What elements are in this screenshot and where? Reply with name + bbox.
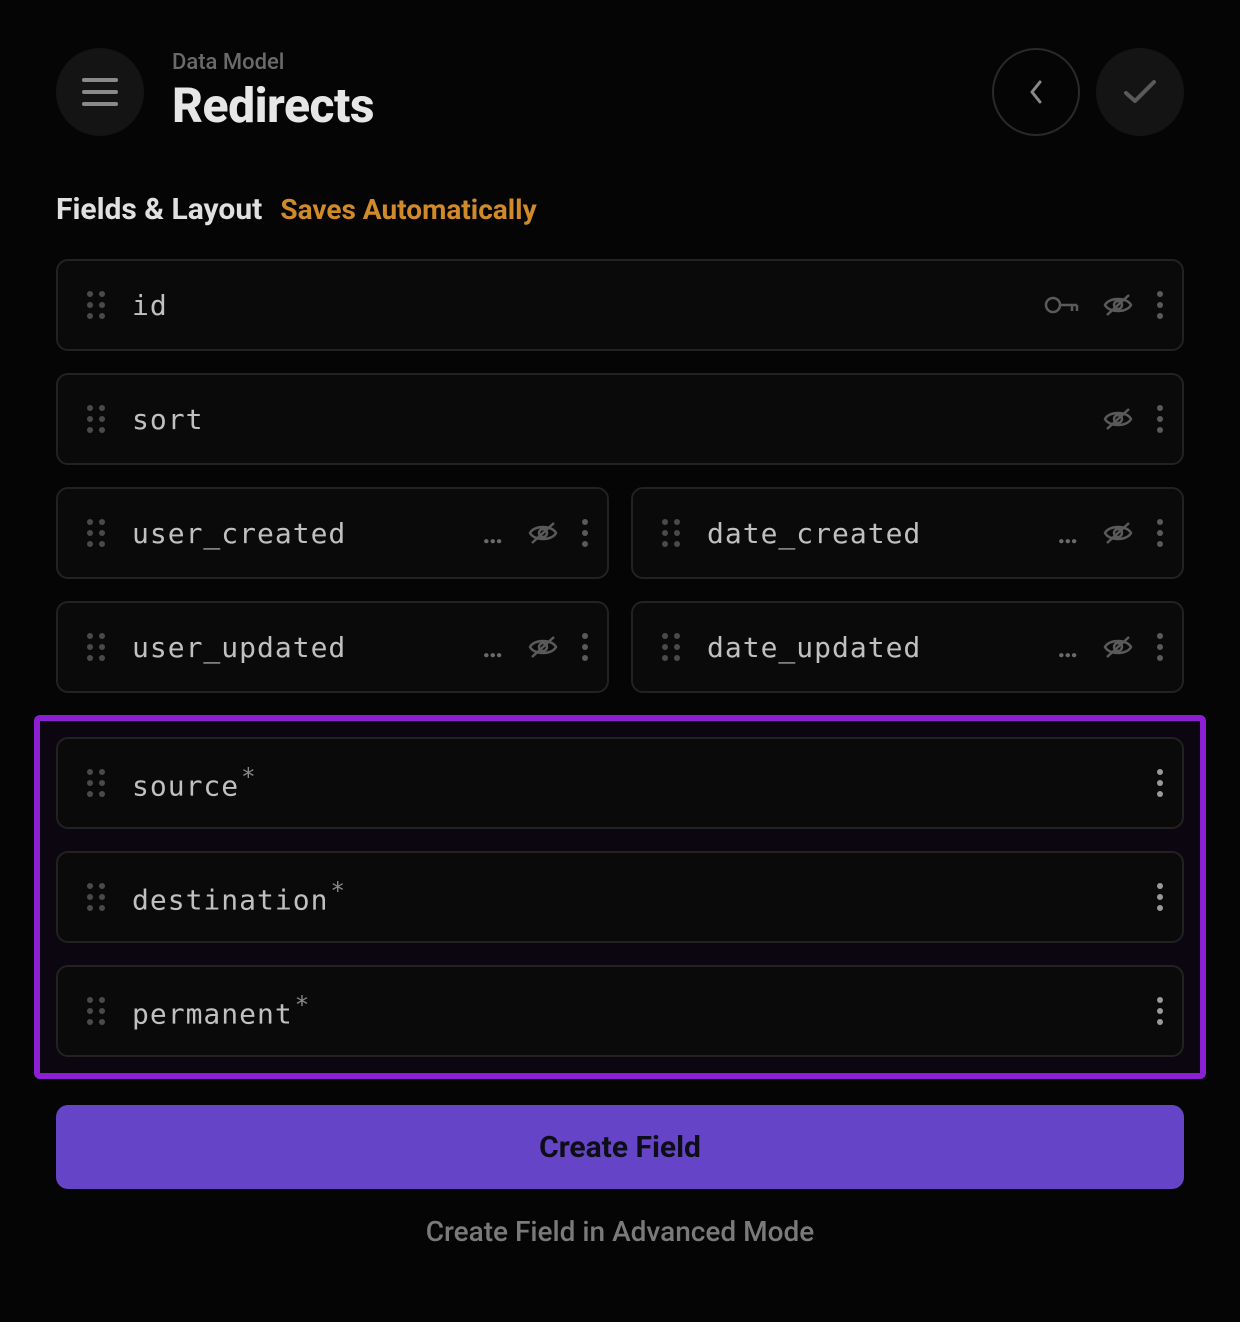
- more-vert-icon[interactable]: [1156, 882, 1164, 912]
- eye-off-icon[interactable]: [1102, 634, 1134, 660]
- more-vert-icon[interactable]: [581, 518, 589, 548]
- drag-handle-icon[interactable]: [82, 290, 110, 320]
- drag-handle-icon[interactable]: [82, 518, 110, 548]
- drag-handle-icon[interactable]: [82, 632, 110, 662]
- section-heading: Fields & Layout Saves Automatically: [56, 192, 1184, 227]
- check-icon: [1123, 79, 1157, 105]
- more-vert-icon[interactable]: [1156, 996, 1164, 1026]
- more-vert-icon[interactable]: [581, 632, 589, 662]
- more-vert-icon[interactable]: [1156, 632, 1164, 662]
- eye-off-icon[interactable]: [1102, 520, 1134, 546]
- chevron-left-icon: [1027, 80, 1045, 104]
- more-vert-icon[interactable]: [1156, 404, 1164, 434]
- breadcrumb: Data Model: [172, 50, 964, 75]
- field-name: id: [132, 289, 1044, 322]
- field-row-id[interactable]: id: [56, 259, 1184, 351]
- field-row-destination[interactable]: destination*: [56, 851, 1184, 943]
- create-field-advanced-link[interactable]: Create Field in Advanced Mode: [56, 1215, 1184, 1248]
- highlighted-fields: source* destination*: [34, 715, 1206, 1079]
- truncated-indicator: …: [1057, 517, 1080, 550]
- section-title: Fields & Layout: [56, 192, 262, 227]
- back-button[interactable]: [992, 48, 1080, 136]
- drag-handle-icon[interactable]: [82, 768, 110, 798]
- field-name: sort: [132, 403, 1102, 436]
- eye-off-icon[interactable]: [1102, 292, 1134, 318]
- field-name: user_updated: [132, 631, 482, 664]
- field-row-user-updated[interactable]: user_updated …: [56, 601, 609, 693]
- truncated-indicator: …: [482, 517, 505, 550]
- eye-off-icon[interactable]: [527, 634, 559, 660]
- more-vert-icon[interactable]: [1156, 290, 1164, 320]
- drag-handle-icon[interactable]: [657, 632, 685, 662]
- drag-handle-icon[interactable]: [82, 882, 110, 912]
- field-row-user-created[interactable]: user_created …: [56, 487, 609, 579]
- confirm-button[interactable]: [1096, 48, 1184, 136]
- page-header: Data Model Redirects: [56, 48, 1184, 136]
- truncated-indicator: …: [1057, 631, 1080, 664]
- drag-handle-icon[interactable]: [657, 518, 685, 548]
- required-indicator: *: [330, 877, 345, 905]
- field-row-date-created[interactable]: date_created …: [631, 487, 1184, 579]
- drag-handle-icon[interactable]: [82, 404, 110, 434]
- eye-off-icon[interactable]: [1102, 406, 1134, 432]
- fields-list: id sort: [56, 259, 1184, 1079]
- key-icon: [1044, 294, 1080, 316]
- required-indicator: *: [241, 763, 256, 791]
- field-row-source[interactable]: source*: [56, 737, 1184, 829]
- field-name: source*: [132, 763, 1156, 802]
- field-name: user_created: [132, 517, 482, 550]
- field-name: permanent*: [132, 991, 1156, 1030]
- field-row-sort[interactable]: sort: [56, 373, 1184, 465]
- field-row-permanent[interactable]: permanent*: [56, 965, 1184, 1057]
- field-name: date_updated: [707, 631, 1057, 664]
- menu-icon: [82, 78, 118, 106]
- autosave-label: Saves Automatically: [280, 193, 536, 226]
- field-name: destination*: [132, 877, 1156, 916]
- truncated-indicator: …: [482, 631, 505, 664]
- eye-off-icon[interactable]: [527, 520, 559, 546]
- required-indicator: *: [295, 991, 310, 1019]
- create-field-button[interactable]: Create Field: [56, 1105, 1184, 1189]
- page-title: Redirects: [172, 77, 964, 134]
- more-vert-icon[interactable]: [1156, 518, 1164, 548]
- more-vert-icon[interactable]: [1156, 768, 1164, 798]
- field-row-date-updated[interactable]: date_updated …: [631, 601, 1184, 693]
- menu-button[interactable]: [56, 48, 144, 136]
- field-name: date_created: [707, 517, 1057, 550]
- drag-handle-icon[interactable]: [82, 996, 110, 1026]
